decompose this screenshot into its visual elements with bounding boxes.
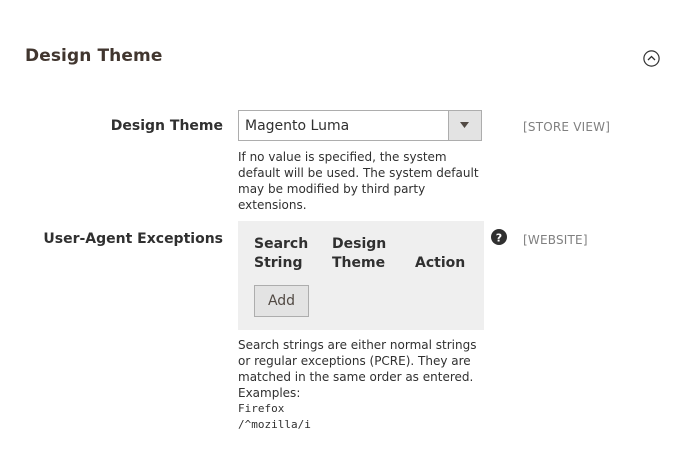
question-circle-icon: ? — [491, 229, 507, 245]
user-agent-exceptions-table: Search String Design Theme Action Add — [238, 221, 484, 330]
design-theme-note: If no value is specified, the system def… — [238, 150, 479, 212]
add-button[interactable]: Add — [254, 285, 309, 317]
example-mozilla-regex: /^mozilla/i — [238, 418, 311, 431]
collapse-section-button[interactable] — [643, 50, 660, 67]
user-agent-note: Search strings are either normal strings… — [238, 337, 488, 433]
examples-label: Examples: — [238, 386, 301, 400]
select-arrow[interactable] — [448, 111, 481, 140]
svg-text:?: ? — [496, 231, 502, 244]
user-agent-exceptions-label: User-Agent Exceptions — [43, 231, 223, 247]
column-header-design-line2: Theme — [332, 255, 386, 271]
caret-down-icon — [460, 122, 469, 128]
column-header-action: Action — [415, 255, 466, 271]
chevron-up-circle-icon — [643, 50, 660, 67]
column-header-search-line1: Search — [254, 236, 309, 252]
user-agent-note-text: Search strings are either normal strings… — [238, 338, 477, 384]
design-theme-label: Design Theme — [110, 118, 223, 134]
column-header-design-line1: Design — [332, 236, 387, 252]
example-firefox: Firefox — [238, 402, 285, 415]
design-theme-selected-value: Magento Luma — [245, 118, 350, 134]
section-title: Design Theme — [25, 46, 163, 66]
help-button[interactable]: ? — [491, 229, 507, 245]
design-theme-select[interactable]: Magento Luma — [238, 110, 482, 141]
scope-website: [WEBSITE] — [523, 233, 588, 247]
scope-store-view: [STORE VIEW] — [523, 120, 611, 134]
column-header-search-line2: String — [254, 255, 303, 271]
column-header-design-theme: Design Theme — [332, 235, 386, 273]
column-header-search-string: Search String — [254, 235, 308, 273]
